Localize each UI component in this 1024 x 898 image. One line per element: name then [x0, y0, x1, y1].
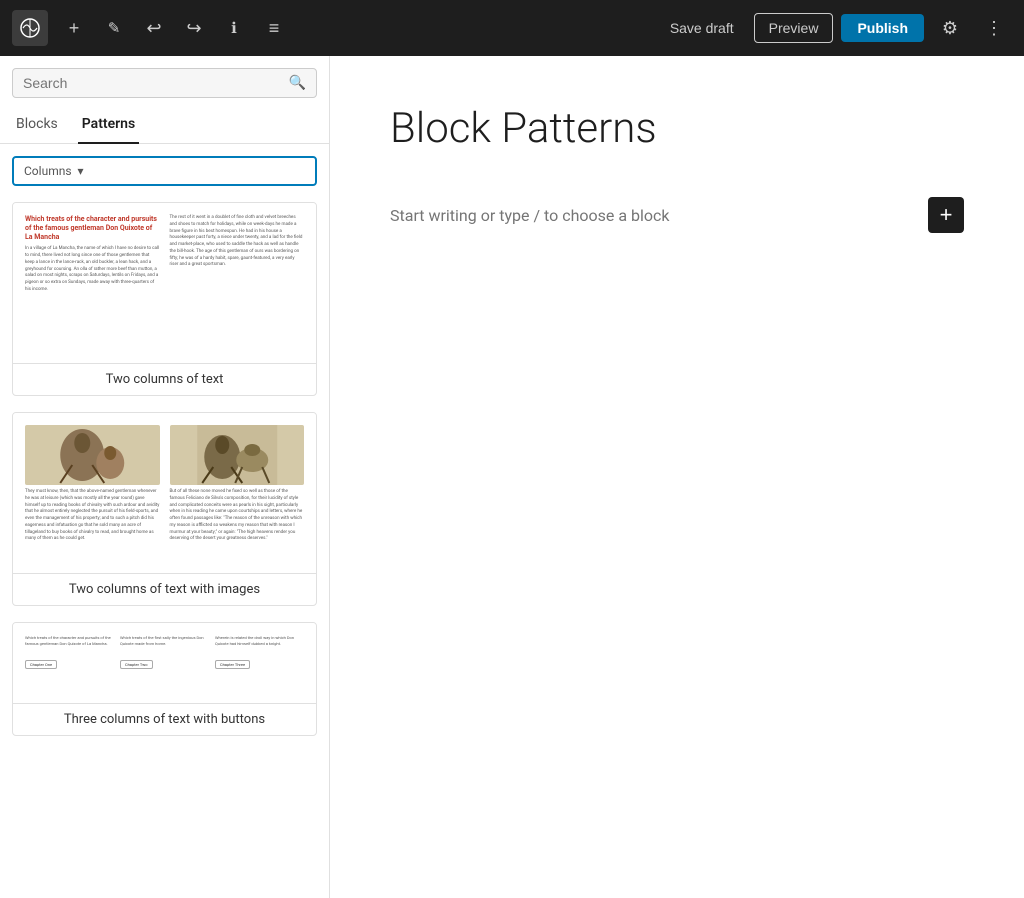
preview-body2-text: The rest of it went in a doublet of fine… — [170, 215, 305, 269]
main-layout: 🔍 Blocks Patterns Columns ▾ Which treats — [0, 56, 1024, 898]
preview-btn-one: Chapter One — [25, 660, 57, 669]
editor-placeholder-text[interactable]: Start writing or type / to choose a bloc… — [390, 206, 670, 225]
pattern-preview-two-col-text: Which treats of the character and pursui… — [13, 203, 316, 363]
pattern-label-two-col-text: Two columns of text — [13, 363, 316, 395]
content-area: Block Patterns Start writing or type / t… — [330, 56, 1024, 898]
pattern-preview-two-col-images: They must know, then, that the above-nam… — [13, 413, 316, 573]
pattern-label-three-col-buttons: Three columns of text with buttons — [13, 703, 316, 735]
pattern-label-two-col-images: Two columns of text with images — [13, 573, 316, 605]
edit-button[interactable]: ✎ — [96, 10, 132, 46]
pattern-card-two-col-images[interactable]: They must know, then, that the above-nam… — [12, 412, 317, 606]
preview-title-text: Which treats of the character and pursui… — [25, 215, 160, 242]
preview-img-body-left: They must know, then, that the above-nam… — [25, 489, 160, 543]
page-title: Block Patterns — [390, 104, 964, 153]
tab-patterns[interactable]: Patterns — [78, 106, 139, 144]
preview-three-body3: Wherein is related the droll way in whic… — [215, 635, 304, 647]
sidebar-filter: Columns ▾ — [0, 144, 329, 194]
columns-filter-dropdown[interactable]: Columns ▾ — [12, 156, 317, 186]
preview-body1-text: In a village of La Mancha, the name of w… — [25, 246, 160, 293]
more-options-button[interactable]: ⋮ — [976, 10, 1012, 46]
add-block-button[interactable]: + — [928, 197, 964, 233]
top-bar: + ✎ ↩ ↪ ℹ ≡ Save draft Preview Publish ⚙… — [0, 0, 1024, 56]
chevron-down-icon: ▾ — [78, 164, 84, 178]
preview-three-body1: Which treats of the character and pursui… — [25, 635, 114, 647]
sidebar-search-area: 🔍 — [0, 56, 329, 106]
wp-logo[interactable] — [12, 10, 48, 46]
search-wrap: 🔍 — [12, 68, 317, 98]
preview-btn-three: Chapter Three — [215, 660, 250, 669]
pattern-card-two-col-text[interactable]: Which treats of the character and pursui… — [12, 202, 317, 396]
preview-btn-two: Chapter Two — [120, 660, 153, 669]
settings-button[interactable]: ⚙ — [932, 10, 968, 46]
publish-button[interactable]: Publish — [841, 14, 924, 42]
pattern-card-three-col-buttons[interactable]: Which treats of the character and pursui… — [12, 622, 317, 736]
preview-image-right — [170, 425, 305, 485]
top-bar-actions: Save draft Preview Publish ⚙ ⋮ — [658, 10, 1012, 46]
sidebar: 🔍 Blocks Patterns Columns ▾ Which treats — [0, 56, 330, 898]
search-input[interactable] — [23, 75, 289, 91]
preview-image-left — [25, 425, 160, 485]
redo-button[interactable]: ↪ — [176, 10, 212, 46]
info-button[interactable]: ℹ — [216, 10, 252, 46]
filter-selected-label: Columns — [24, 164, 72, 178]
tab-blocks[interactable]: Blocks — [12, 106, 62, 144]
pattern-preview-three-col-buttons: Which treats of the character and pursui… — [13, 623, 316, 703]
preview-three-body2: Which treats of the first sally the inge… — [120, 635, 209, 647]
add-block-toolbar-button[interactable]: + — [56, 10, 92, 46]
pattern-list: Which treats of the character and pursui… — [0, 194, 329, 744]
search-icon: 🔍 — [289, 75, 306, 91]
undo-button[interactable]: ↩ — [136, 10, 172, 46]
editor-placeholder-area: Start writing or type / to choose a bloc… — [390, 185, 964, 245]
save-draft-button[interactable]: Save draft — [658, 14, 746, 42]
list-view-button[interactable]: ≡ — [256, 10, 292, 46]
sidebar-tabs: Blocks Patterns — [0, 106, 329, 144]
preview-img-body-right: But of all these none moved he fixed so … — [170, 489, 305, 543]
preview-button[interactable]: Preview — [754, 13, 834, 43]
